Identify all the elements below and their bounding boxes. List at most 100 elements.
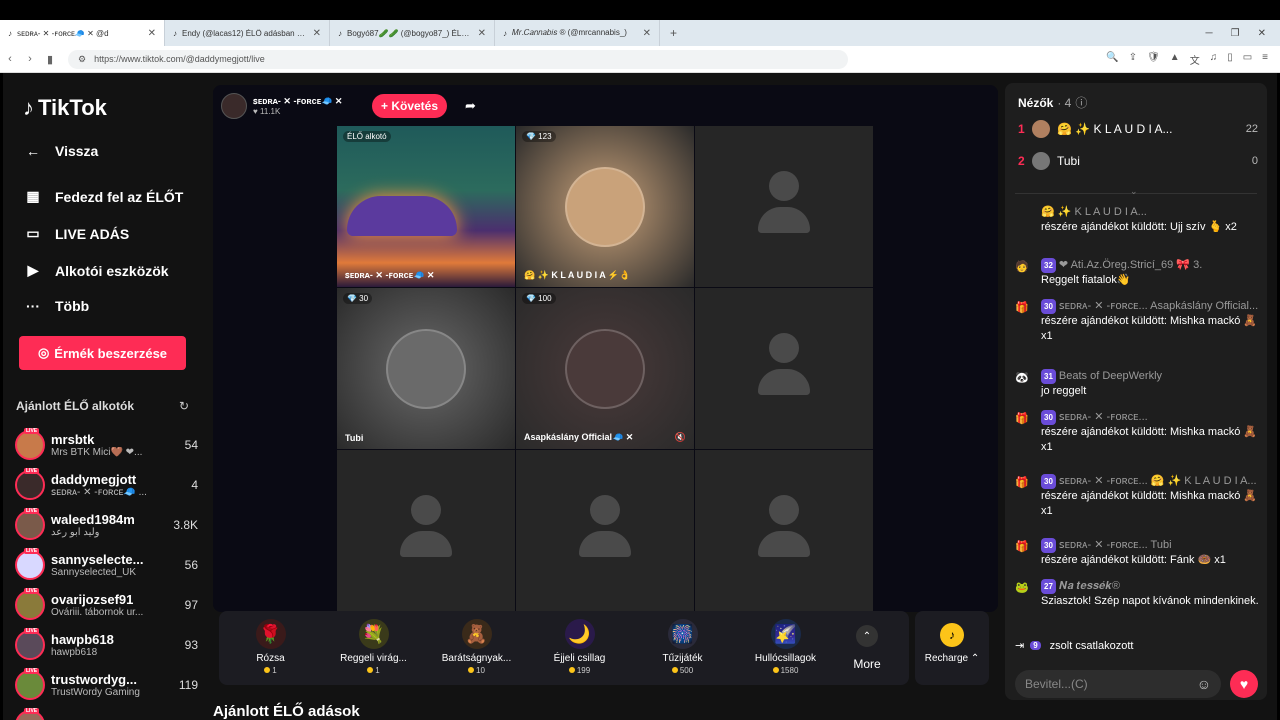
gift-icon: 🎁	[1015, 477, 1029, 489]
tab-close-icon[interactable]: ✕	[478, 28, 486, 39]
viewers-header: Nézők · 4 ⓘ	[1018, 94, 1088, 111]
empty-guest-slot[interactable]	[695, 126, 873, 287]
browser-tab[interactable]: ♪ ꜱᴇᴅʀᴀ- ✕ -ꜰᴏʀᴄᴇ🧢 ✕ @d ✕	[0, 20, 165, 46]
empty-guest-slot[interactable]	[516, 450, 694, 611]
tiktok-favicon-icon: ♪	[503, 28, 507, 38]
gift-item[interactable]: 💐 Reggeli virág... 1	[322, 611, 425, 685]
creator-avatar[interactable]: LIVE	[15, 588, 45, 620]
suggested-creator[interactable]: LIVE ovarijozsef91 Ováriii. tábornok ur...…	[15, 585, 198, 625]
suggested-creator[interactable]: LIVElovietheluvva	[15, 705, 198, 720]
close-window-icon[interactable]: ✕	[1258, 28, 1266, 39]
gift-item[interactable]: 🧸 Barátságnyak... 10	[425, 611, 528, 685]
empty-guest-slot[interactable]	[695, 288, 873, 449]
wallet-icon[interactable]: ▭	[1243, 52, 1252, 67]
nav-live-broadcast[interactable]: ▭ LIVE ADÁS	[23, 225, 129, 242]
refresh-icon[interactable]: ↻	[179, 399, 189, 413]
browser-tab[interactable]: ♪ Endy (@lacas12) ÉLŐ adásban van ✕	[165, 20, 330, 46]
guest-video-cell[interactable]: 💎 30 Tubi	[337, 288, 515, 449]
share-icon[interactable]: ⇪	[1129, 52, 1137, 67]
tiktok-logo[interactable]: ♪ TikTok	[23, 95, 107, 121]
nav-more[interactable]: ··· Több	[23, 298, 89, 314]
menu-icon[interactable]: ≡	[1262, 52, 1268, 67]
tab-close-icon[interactable]: ✕	[313, 28, 321, 39]
creator-avatar[interactable]: LIVE	[15, 508, 45, 540]
triangle-icon[interactable]: ▲	[1170, 52, 1180, 67]
message-username[interactable]: ꜱᴇᴅʀᴀ- ✕ -ꜰᴏʀᴄᴇ... Tubi	[1059, 539, 1172, 551]
more-gifts-button[interactable]: ⌃ More	[837, 611, 897, 685]
creator-info: ovarijozsef91 Ováriii. tábornok ur...	[51, 592, 181, 618]
message-username[interactable]: ❤ Ati.Az.Öreg.Stricí_69 🎀 3.	[1059, 259, 1202, 271]
empty-guest-slot[interactable]	[337, 450, 515, 611]
guest-video-cell[interactable]: 💎 123 🤗 ✨ K L A U D I A ⚡👌	[516, 126, 694, 287]
nav-explore-live[interactable]: ▦ Fedezd fel az ÉLŐT	[23, 188, 183, 205]
message-username[interactable]: Beats of DeepWerkly	[1059, 370, 1162, 382]
site-settings-icon[interactable]: ⚙	[78, 54, 86, 65]
join-level-badge: 9	[1030, 641, 1041, 650]
suggested-creator[interactable]: LIVE waleed1984m وليد ابو رعد 3.8K	[15, 505, 198, 545]
suggested-creator[interactable]: LIVE hawpb618 hawpb618 93	[15, 625, 198, 665]
browser-tab[interactable]: ♪ Bogyó87🥒🥒 (@bogyo87_) ÉLŐ a ✕	[330, 20, 495, 46]
message-username[interactable]: 🤗 ✨ K L A U D I A...	[1041, 206, 1147, 218]
creator-avatar[interactable]: LIVE	[15, 668, 45, 700]
top-viewer-row[interactable]: 2 Tubi 0	[1018, 149, 1258, 173]
creator-avatar[interactable]: LIVE	[15, 548, 45, 580]
forward-icon[interactable]: ›	[20, 53, 40, 65]
creator-avatar[interactable]: LIVE	[15, 708, 45, 720]
url-field[interactable]: ⚙ https://www.tiktok.com/@daddymegjott/l…	[68, 49, 848, 69]
recharge-button[interactable]: ♪ Recharge ⌃	[915, 611, 989, 685]
message-username[interactable]: ꜱᴇᴅʀᴀ- ✕ -ꜰᴏʀᴄᴇ... Asapkáslány Official.…	[1059, 300, 1258, 312]
message-username[interactable]: ꜱᴇᴅʀᴀ- ✕ -ꜰᴏʀᴄᴇ... 🤗 ✨ K L A U D I A...	[1059, 475, 1257, 487]
guest-video-cell[interactable]: 💎 100 Asapkáslány Official🧢 ✕ 🔇	[516, 288, 694, 449]
empty-guest-slot[interactable]	[695, 450, 873, 611]
gift-item[interactable]: 🌙 Éjjeli csillag 199	[528, 611, 631, 685]
share-arrow-icon[interactable]: ➦	[465, 98, 476, 114]
level-badge: 30	[1041, 474, 1056, 489]
viewer-name: Tubi	[1057, 154, 1080, 168]
suggested-creator[interactable]: LIVE daddymegjott ꜱᴇᴅʀᴀ- ✕ -ꜰᴏʀᴄᴇ🧢 ... 4	[15, 465, 198, 505]
zoom-icon[interactable]: 🔍	[1106, 52, 1118, 67]
guest-video-cell[interactable]: ÉLŐ alkotó ꜱᴇᴅʀᴀ- ✕ -ꜰᴏʀᴄᴇ🧢 ✕	[337, 126, 515, 287]
back-link[interactable]: ← Vissza	[23, 143, 98, 159]
suggested-creator[interactable]: LIVE mrsbtk Mrs BTK Mici🤎 ❤... 54	[15, 425, 198, 465]
creator-avatar[interactable]: LIVE	[15, 428, 45, 460]
creator-avatar[interactable]: LIVE	[15, 628, 45, 660]
shield-icon[interactable]: 🛡	[1147, 52, 1160, 67]
emoji-icon[interactable]: ☺	[1197, 676, 1211, 692]
buy-coins-button[interactable]: ◎ Érmék beszerzése	[19, 336, 186, 370]
nav-creator-tools[interactable]: ▶ Alkotói eszközök	[23, 262, 169, 279]
bookmark-icon[interactable]: ▮	[40, 53, 60, 66]
user-avatar-icon: 🐸	[1015, 582, 1029, 594]
new-tab-button[interactable]: +	[660, 26, 687, 40]
tab-close-icon[interactable]: ✕	[148, 28, 156, 39]
minimize-icon[interactable]: ─	[1206, 28, 1213, 39]
host-avatar[interactable]	[221, 93, 247, 119]
gift-item[interactable]: 🌠 Hullócsillagok 1580	[734, 611, 837, 685]
follow-button[interactable]: + Követés	[372, 94, 447, 118]
chat-message: 🧑 32 ❤ Ati.Az.Öreg.Stricí_69 🎀 3. Reggelt f…	[1015, 258, 1259, 288]
info-icon[interactable]: ⓘ	[1075, 94, 1087, 111]
translate-icon[interactable]: 文	[1190, 52, 1200, 67]
gift-item[interactable]: 🌹 Rózsa 1	[219, 611, 322, 685]
sidebar-icon[interactable]: ▯	[1227, 52, 1233, 67]
suggested-creator[interactable]: LIVE sannyselecte... Sannyselected_UK 56	[15, 545, 198, 585]
chat-input[interactable]: Bevitel...(C) ☺	[1015, 670, 1221, 698]
tiktok-favicon-icon: ♪	[173, 28, 177, 38]
live-badge: LIVE	[24, 588, 40, 594]
back-icon[interactable]: ‹	[0, 53, 20, 65]
chat-message: 🎁 30 ꜱᴇᴅʀᴀ- ✕ -ꜰᴏʀᴄᴇ... 🤗 ✨ K L A U D I A.…	[1015, 474, 1259, 519]
expand-chevron-icon[interactable]: ⌄	[1130, 186, 1138, 197]
tab-close-icon[interactable]: ✕	[643, 28, 651, 39]
recommended-live-title: Ajánlott ÉLŐ adások	[213, 703, 360, 720]
message-username[interactable]: 𝑵𝒂 𝒕𝒆𝒔𝒔𝒆́𝒌®	[1059, 580, 1120, 592]
restore-icon[interactable]: ❐	[1231, 28, 1240, 39]
music-icon[interactable]: ♫	[1210, 52, 1218, 67]
top-viewer-row[interactable]: 1 🤗 ✨ K L A U D I A... 22	[1018, 117, 1258, 141]
host-info[interactable]: ꜱᴇᴅʀᴀ- ✕ -ꜰᴏʀᴄᴇ🧢 ✕ ♥ 11.1K	[221, 93, 342, 119]
like-heart-button[interactable]: ♥	[1230, 670, 1258, 698]
browser-tab[interactable]: ♪ 𝑀𝑟.𝐶𝑎𝑛𝑛𝑎𝑏𝑖𝑠 ® (@mrcannabis_) ✕	[495, 20, 660, 46]
gift-item[interactable]: 🎆 Tűzijáték 500	[631, 611, 734, 685]
address-bar: ‹ › ▮ ⚙ https://www.tiktok.com/@daddymeg…	[0, 46, 1280, 73]
suggested-creator[interactable]: LIVE trustwordyg... TrustWordy Gaming 119	[15, 665, 198, 705]
creator-avatar[interactable]: LIVE	[15, 468, 45, 500]
message-username[interactable]: ꜱᴇᴅʀᴀ- ✕ -ꜰᴏʀᴄᴇ...	[1059, 411, 1148, 423]
